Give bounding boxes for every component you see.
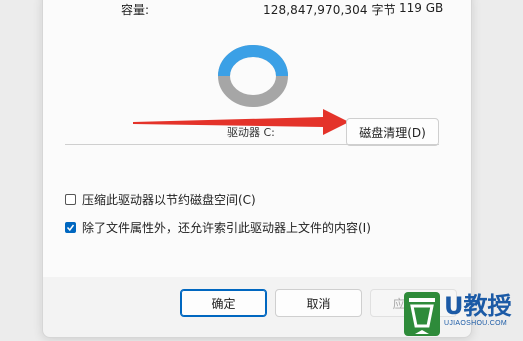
site-watermark: U教授 UJIAOSHOU.COM [404,292,512,336]
watermark-title: U教授 [444,292,512,320]
properties-dialog: 容量: 128,847,970,304 字节 119 GB 驱动器 C: 磁盘清… [42,0,472,338]
red-arrow-annotation [133,109,349,135]
compress-option-label: 压缩此驱动器以节约磁盘空间(C) [82,193,256,207]
watermark-url: UJIAOSHOU.COM [444,320,508,327]
capacity-bytes: 128,847,970,304 字节 [263,3,396,17]
disk-cleanup-button[interactable]: 磁盘清理(D) [346,118,439,146]
capacity-gb: 119 GB [399,1,444,15]
shield-icon [409,298,435,334]
ok-button[interactable]: 确定 [180,289,267,317]
cancel-button[interactable]: 取消 [275,289,362,317]
divider [65,144,439,145]
index-checkbox[interactable] [65,222,76,233]
compress-option[interactable]: 压缩此驱动器以节约磁盘空间(C) [65,191,256,208]
compress-checkbox[interactable] [65,194,76,205]
general-tab-panel: 容量: 128,847,970,304 字节 119 GB 驱动器 C: 磁盘清… [43,0,471,277]
index-option[interactable]: 除了文件属性外，还允许索引此驱动器上文件的内容(I) [65,219,371,236]
capacity-label: 容量: [121,3,150,17]
disk-usage-ring [218,45,288,107]
checkmark-icon [66,224,75,232]
used-space-arc [218,45,288,77]
index-option-label: 除了文件属性外，还允许索引此驱动器上文件的内容(I) [82,221,371,235]
watermark-logo-icon [404,292,440,336]
